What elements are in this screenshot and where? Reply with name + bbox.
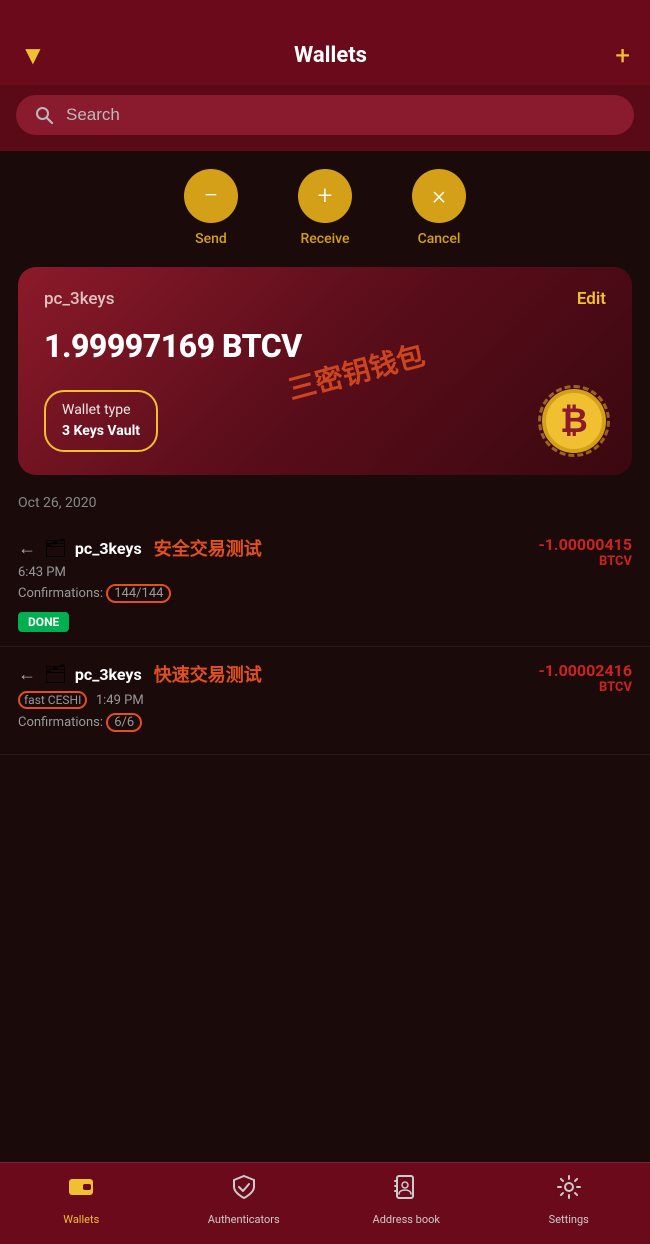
tx-status-badge: DONE	[18, 612, 69, 632]
search-wrapper	[16, 95, 634, 135]
btc-icon: ₿	[542, 389, 606, 453]
settings-icon	[555, 1173, 583, 1208]
tx-time: fast CESHI 1:49 PM	[18, 691, 502, 709]
address-book-icon	[392, 1173, 420, 1208]
tx-label-cn: 快速交易测试	[154, 661, 262, 687]
tx-currency: BTCV	[502, 554, 632, 569]
tx-label-cn: 安全交易测试	[154, 535, 262, 561]
app-header: ▼ Wallets +	[0, 0, 650, 85]
filter-icon[interactable]: ▼	[20, 40, 46, 71]
send-button[interactable]: − Send	[184, 169, 238, 247]
nav-settings[interactable]: Settings	[488, 1173, 650, 1226]
tx-left: ← 🗂 pc_3keys 安全交易测试 6:43 PM Confirmation…	[18, 535, 502, 632]
page-title: Wallets	[294, 43, 367, 68]
nav-settings-label: Settings	[549, 1213, 589, 1226]
receive-icon: +	[298, 169, 352, 223]
nav-wallets-label: Wallets	[63, 1213, 99, 1226]
bottom-nav: Wallets Authenticators Address book	[0, 1162, 650, 1244]
wallets-icon	[67, 1173, 95, 1208]
nav-wallets[interactable]: Wallets	[0, 1173, 163, 1226]
cancel-button[interactable]: × Cancel	[412, 169, 466, 247]
cancel-icon: ×	[412, 169, 466, 223]
tx-top: ← 🗂 pc_3keys 安全交易测试 6:43 PM Confirmation…	[18, 535, 632, 632]
tx-row1: ← 🗂 pc_3keys 安全交易测试	[18, 535, 502, 561]
tx-amount: -1.00002416	[502, 661, 632, 680]
wallet-type-label: Wallet type	[62, 400, 140, 421]
send-label: Send	[195, 231, 227, 247]
nav-address-book[interactable]: Address book	[325, 1173, 488, 1226]
tx-wallet-name: pc_3keys	[75, 665, 142, 684]
card-header: pc_3keys Edit	[44, 289, 606, 309]
receive-label: Receive	[300, 231, 349, 247]
actions-row: − Send + Receive × Cancel	[0, 151, 650, 257]
transaction-item[interactable]: ← 🗂 pc_3keys 快速交易测试 fast CESHI 1:49 PM C…	[0, 647, 650, 755]
wallet-type-box: Wallet type 3 Keys Vault	[44, 390, 158, 452]
tx-amount-block: -1.00000415 BTCV	[502, 535, 632, 569]
wallet-card[interactable]: pc_3keys Edit 1.99997169 BTCV Wallet typ…	[18, 267, 632, 475]
nav-authenticators[interactable]: Authenticators	[163, 1173, 326, 1226]
nav-authenticators-label: Authenticators	[208, 1213, 280, 1226]
card-footer: Wallet type 3 Keys Vault ₿	[44, 389, 606, 453]
tx-top: ← 🗂 pc_3keys 快速交易测试 fast CESHI 1:49 PM C…	[18, 661, 632, 740]
receive-button[interactable]: + Receive	[298, 169, 352, 247]
tx-conf-highlight: 6/6	[106, 713, 142, 732]
tx-currency: BTCV	[502, 680, 632, 695]
search-input[interactable]	[66, 105, 616, 125]
tx-conf-highlight: 144/144	[106, 584, 171, 603]
tx-confirmations: Confirmations: 144/144	[18, 584, 502, 603]
transaction-item[interactable]: ← 🗂 pc_3keys 安全交易测试 6:43 PM Confirmation…	[0, 521, 650, 647]
tx-row1: ← 🗂 pc_3keys 快速交易测试	[18, 661, 502, 687]
tx-fast-label: fast CESHI	[18, 691, 87, 709]
edit-button[interactable]: Edit	[577, 289, 606, 309]
tx-wallet-icon: 🗂	[44, 664, 67, 685]
wallet-name: pc_3keys	[44, 289, 114, 309]
search-bar	[0, 85, 650, 151]
search-icon	[34, 105, 54, 125]
date-label: Oct 26, 2020	[0, 489, 650, 521]
wallet-type-value: 3 Keys Vault	[62, 421, 140, 442]
send-icon: −	[184, 169, 238, 223]
wallet-balance: 1.99997169 BTCV	[44, 327, 606, 365]
add-icon[interactable]: +	[615, 41, 630, 71]
tx-time: 6:43 PM	[18, 565, 502, 580]
tx-amount-block: -1.00002416 BTCV	[502, 661, 632, 695]
card-section: pc_3keys Edit 1.99997169 BTCV Wallet typ…	[0, 257, 650, 489]
tx-amount: -1.00000415	[502, 535, 632, 554]
cancel-label: Cancel	[418, 231, 461, 247]
tx-direction-icon: ←	[18, 664, 36, 685]
tx-left: ← 🗂 pc_3keys 快速交易测试 fast CESHI 1:49 PM C…	[18, 661, 502, 740]
tx-wallet-name: pc_3keys	[75, 539, 142, 558]
nav-address-book-label: Address book	[373, 1213, 440, 1226]
tx-confirmations: Confirmations: 6/6	[18, 713, 502, 732]
tx-direction-icon: ←	[18, 538, 36, 559]
tx-wallet-icon: 🗂	[44, 538, 67, 559]
authenticators-icon	[230, 1173, 258, 1208]
